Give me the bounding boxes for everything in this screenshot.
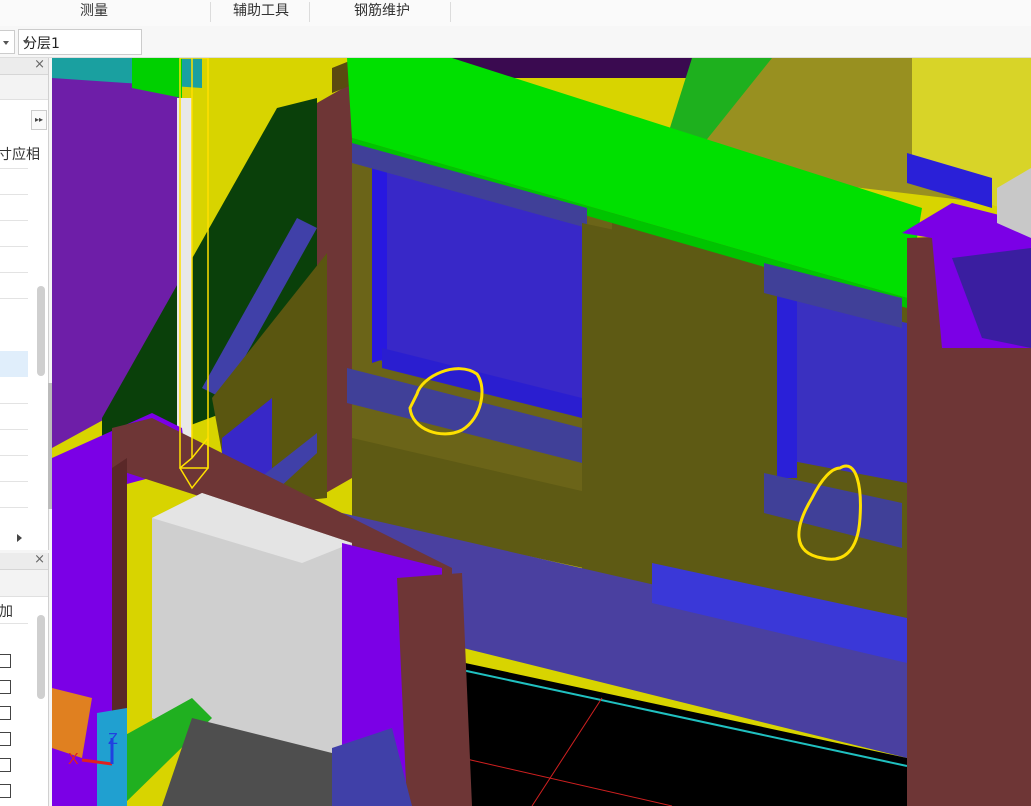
- list-item-selected[interactable]: [0, 351, 28, 377]
- list-item[interactable]: [0, 168, 28, 169]
- chevron-down-icon: [3, 41, 9, 45]
- panel-header: ×: [0, 58, 48, 75]
- z-axis-label: Z: [108, 731, 118, 748]
- list-item[interactable]: [0, 298, 28, 299]
- panel-header: ×: [0, 553, 48, 570]
- property-checkbox[interactable]: [0, 680, 11, 694]
- list-item[interactable]: [0, 403, 28, 404]
- panel-search-row: [0, 75, 48, 100]
- 3d-scene[interactable]: X Z: [52, 58, 1031, 806]
- property-checkbox[interactable]: [0, 758, 11, 772]
- property-checkbox[interactable]: [0, 732, 11, 746]
- property-checkbox[interactable]: [0, 654, 11, 668]
- menu-separator: [450, 2, 451, 22]
- menu-rebar-maintenance[interactable]: 钢筋维护: [340, 0, 424, 26]
- 3d-viewport[interactable]: X Z: [52, 58, 1031, 806]
- property-checkbox[interactable]: [0, 784, 11, 798]
- menu-measure[interactable]: 测量: [66, 0, 122, 26]
- list-item[interactable]: [0, 246, 28, 247]
- layer-select[interactable]: 分层1: [18, 29, 142, 55]
- column-header: 加: [0, 604, 13, 620]
- floor-select[interactable]: [0, 30, 15, 54]
- property-panel: × 加: [0, 553, 49, 806]
- scrollbar-thumb[interactable]: [37, 286, 45, 376]
- list-item[interactable]: [0, 455, 28, 456]
- close-icon[interactable]: ×: [34, 58, 45, 72]
- list-item[interactable]: [0, 507, 28, 508]
- list-item[interactable]: [0, 194, 28, 195]
- list-item[interactable]: [0, 429, 28, 430]
- list-item: [0, 623, 28, 624]
- menu-separator: [210, 2, 211, 22]
- expand-icon[interactable]: ▸▸: [31, 110, 47, 130]
- menu-separator: [309, 2, 310, 22]
- list-item[interactable]: [0, 481, 28, 482]
- menu-aux-tools[interactable]: 辅助工具: [222, 0, 300, 26]
- scrollbar-thumb[interactable]: [37, 615, 45, 699]
- column-header: 寸应相: [0, 147, 40, 163]
- scroll-right-icon[interactable]: [17, 534, 22, 542]
- close-icon[interactable]: ×: [34, 553, 45, 567]
- x-axis-label: X: [68, 751, 79, 768]
- panel-toolbar: [0, 570, 48, 597]
- menu-bar: 测量 辅助工具 钢筋维护: [0, 0, 1031, 27]
- chevron-down-icon: [23, 40, 29, 44]
- toolbar: 分层1: [0, 26, 1031, 58]
- component-list-panel: × ▸▸ 寸应相: [0, 58, 49, 550]
- list-item[interactable]: [0, 272, 28, 273]
- list-item[interactable]: [0, 220, 28, 221]
- property-checkbox[interactable]: [0, 706, 11, 720]
